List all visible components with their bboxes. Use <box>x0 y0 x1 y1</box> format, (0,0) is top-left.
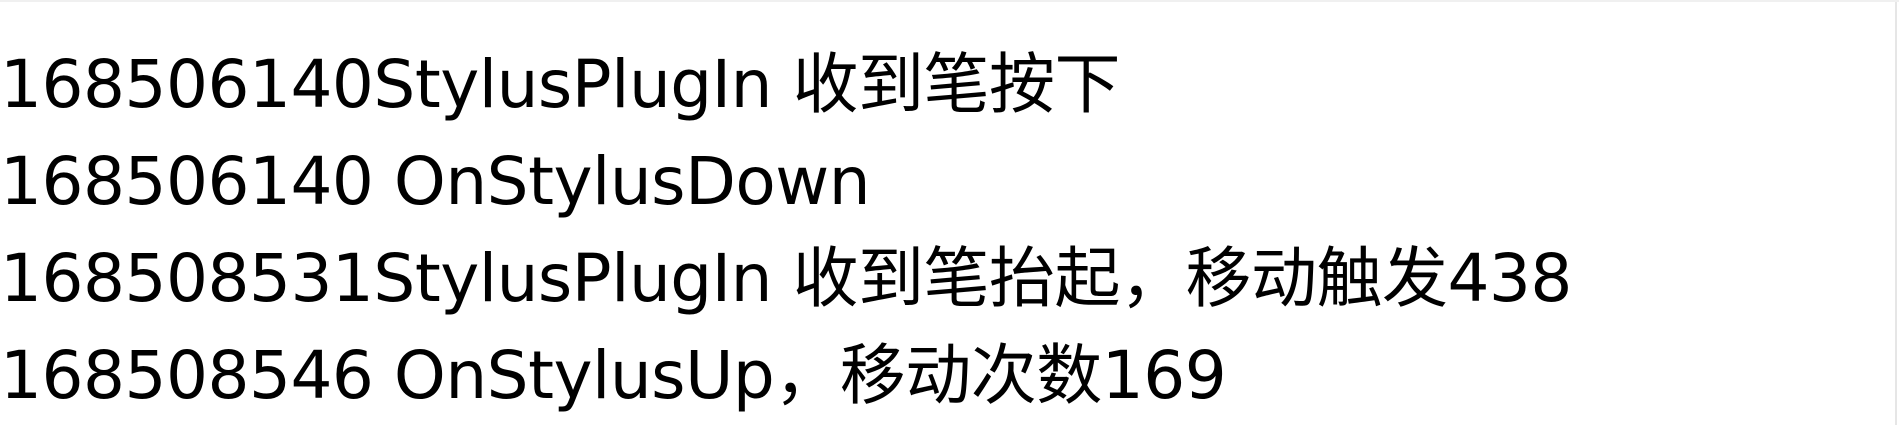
log-line: 168506140 OnStylusDown <box>0 143 871 220</box>
log-line: 168506140StylusPlugIn 收到笔按下 <box>0 46 1120 123</box>
log-output: 168506140StylusPlugIn 收到笔按下 168506140 On… <box>0 36 1572 424</box>
output-window: 168506140StylusPlugIn 收到笔按下 168506140 On… <box>0 0 1899 425</box>
top-border <box>0 0 1899 2</box>
log-line: 168508531StylusPlugIn 收到笔抬起，移动触发438 <box>0 240 1572 317</box>
log-line: 168508546 OnStylusUp，移动次数169 <box>0 337 1227 414</box>
